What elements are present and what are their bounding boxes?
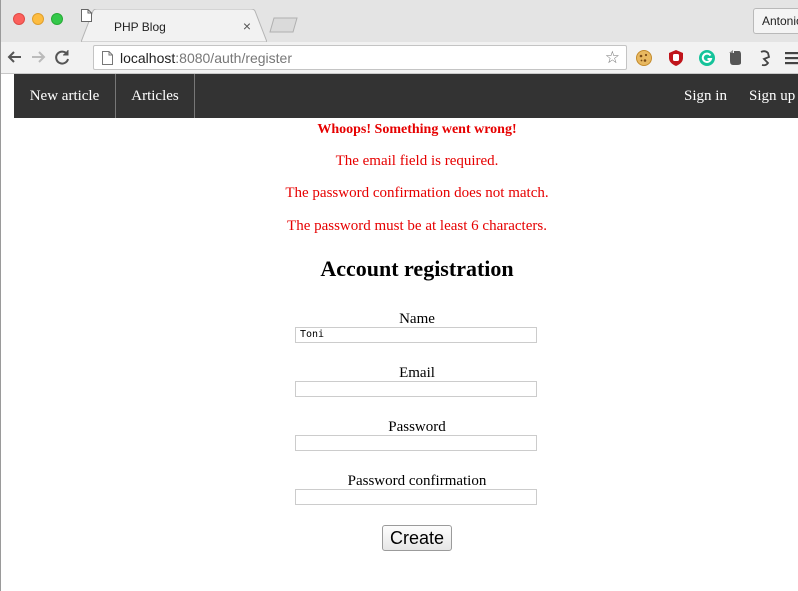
site-navbar: New article Articles Sign in Sign up xyxy=(14,74,798,118)
error-message: The password confirmation does not match… xyxy=(285,185,549,201)
cookie-icon[interactable] xyxy=(635,49,653,67)
form-title: Account registration xyxy=(320,256,514,281)
url-text: localhost:8080/auth/register xyxy=(120,50,292,66)
name-field[interactable]: Toni xyxy=(295,327,537,343)
nav-sign-in-link[interactable]: Sign in xyxy=(677,74,734,118)
tab-strip: PHP Blog × Antonio xyxy=(1,0,798,42)
evernote-icon[interactable] xyxy=(726,49,744,67)
address-bar[interactable]: localhost:8080/auth/register ☆ xyxy=(93,45,627,70)
nav-new-article-link[interactable]: New article xyxy=(14,74,115,118)
browser-window: PHP Blog × Antonio localhost:8080/auth/r… xyxy=(0,0,798,591)
email-label: Email xyxy=(399,365,435,381)
password-label: Password xyxy=(388,419,446,435)
star-icon[interactable]: ☆ xyxy=(605,48,620,68)
url-host: localhost xyxy=(120,50,176,66)
tab-php-blog[interactable]: PHP Blog × xyxy=(81,9,267,42)
back-arrow-icon[interactable] xyxy=(5,47,25,67)
profile-name: Antonio xyxy=(762,14,798,28)
nav-sign-up-link[interactable]: Sign up xyxy=(749,74,798,118)
reload-icon[interactable] xyxy=(52,47,72,67)
page-icon xyxy=(81,9,92,22)
password-confirmation-label: Password confirmation xyxy=(347,473,487,489)
minimize-window-button[interactable] xyxy=(32,13,44,25)
error-heading: Whoops! Something went wrong! xyxy=(317,122,517,137)
extension-icon[interactable] xyxy=(756,49,774,67)
nav-divider xyxy=(194,74,195,118)
error-message: The password must be at least 6 characte… xyxy=(287,218,547,234)
close-window-button[interactable] xyxy=(13,13,25,25)
browser-toolbar: localhost:8080/auth/register ☆ xyxy=(1,42,798,74)
forward-arrow-icon[interactable] xyxy=(28,47,48,67)
zoom-window-button[interactable] xyxy=(51,13,63,25)
grammarly-icon[interactable] xyxy=(698,49,716,67)
new-tab-button[interactable] xyxy=(269,17,299,33)
profile-button[interactable]: Antonio xyxy=(753,8,798,34)
url-path: :8080/auth/register xyxy=(175,50,293,66)
error-message: The email field is required. xyxy=(335,153,499,169)
tab-close-icon[interactable]: × xyxy=(243,18,251,34)
email-field[interactable] xyxy=(295,381,537,397)
create-button[interactable]: Create xyxy=(382,525,452,551)
nav-articles-link[interactable]: Articles xyxy=(116,74,194,118)
name-label: Name xyxy=(399,311,435,327)
menu-icon[interactable] xyxy=(783,49,798,67)
page-icon xyxy=(102,51,113,65)
password-confirmation-field[interactable] xyxy=(295,489,537,505)
password-field[interactable] xyxy=(295,435,537,451)
tab-title: PHP Blog xyxy=(114,20,166,34)
ublock-icon[interactable] xyxy=(667,49,685,67)
window-controls xyxy=(13,13,63,25)
